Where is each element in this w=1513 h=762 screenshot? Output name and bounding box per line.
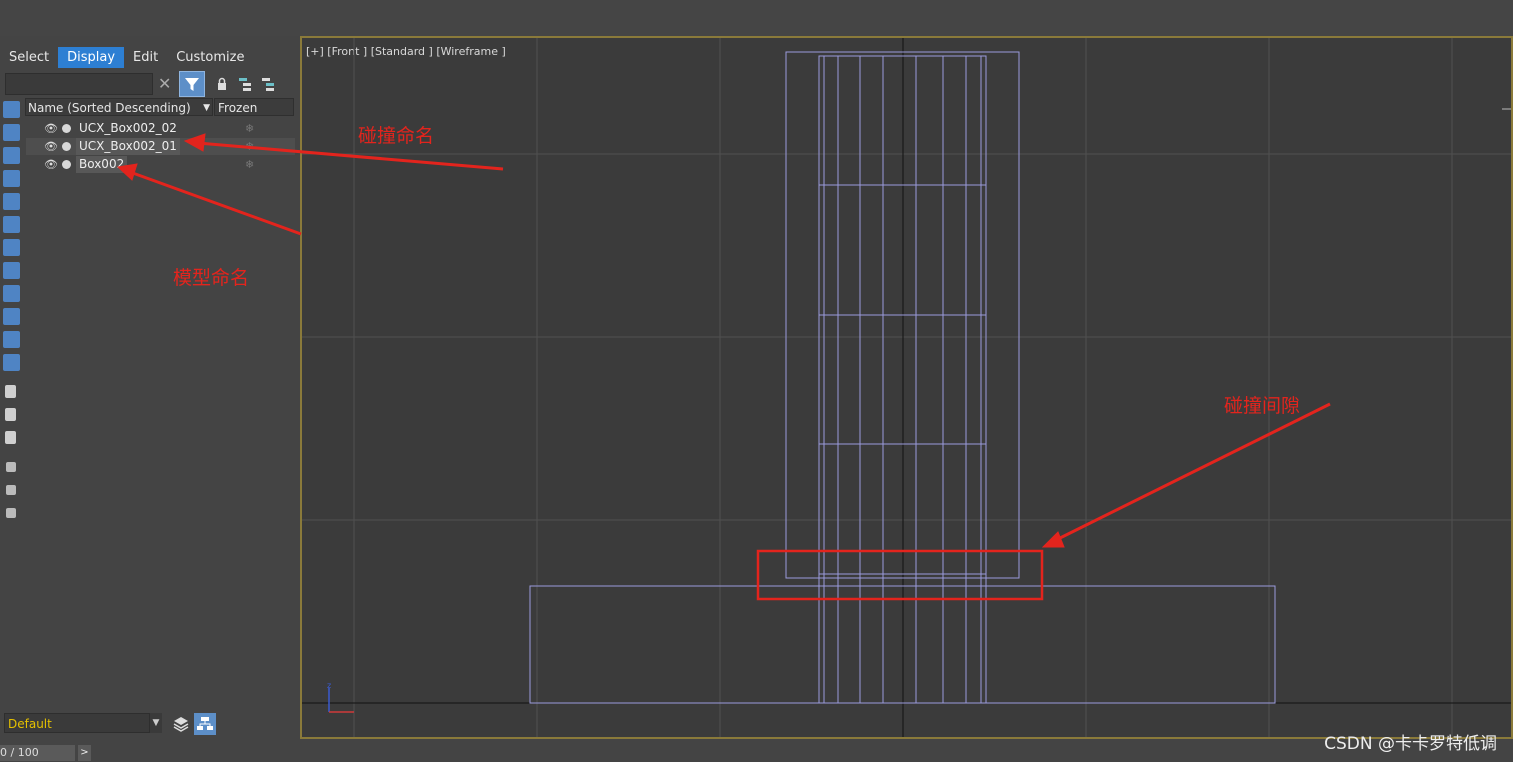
render-dot-icon[interactable] (62, 124, 71, 133)
snowflake-icon[interactable]: ❄ (245, 138, 254, 155)
search-input[interactable] (5, 73, 153, 95)
groups-filter-icon[interactable] (3, 239, 20, 256)
chevron-down-icon[interactable]: ▼ (150, 713, 162, 733)
cameras-filter-icon[interactable] (3, 170, 20, 187)
display-all-icon[interactable] (5, 385, 16, 398)
menu-display[interactable]: Display (58, 46, 125, 68)
eye-icon[interactable]: 👁 (44, 120, 58, 137)
svg-text:z: z (327, 681, 331, 690)
wireframe-view: z (302, 38, 1511, 737)
menu-select[interactable]: Select (0, 47, 58, 68)
lights-filter-icon[interactable] (3, 147, 20, 164)
filter-settings-icon[interactable] (6, 462, 16, 472)
filter-icon[interactable] (6, 485, 16, 495)
xrefs-filter-icon[interactable] (3, 262, 20, 279)
next-frame-button[interactable]: > (78, 745, 91, 761)
display-invert-icon[interactable] (5, 431, 16, 444)
object-name[interactable]: UCX_Box002_02 (76, 120, 180, 137)
selection-set-icon[interactable] (6, 508, 16, 518)
scene-explorer: Select Display Edit Customize ✕ Name (So… (0, 36, 298, 762)
top-toolbar (0, 0, 1513, 36)
frozen-filter-icon[interactable] (3, 331, 20, 348)
geometry-filter-icon[interactable] (3, 101, 20, 118)
annotation-collision-naming: 碰撞命名 (358, 125, 435, 147)
watermark: CSDN @卡卡罗特低调 (1324, 734, 1497, 754)
display-none-icon[interactable] (5, 408, 16, 421)
explorer-menu-bar: Select Display Edit Customize (0, 46, 253, 68)
annotation-collision-gap: 碰撞间隙 (1224, 395, 1301, 417)
containers-filter-icon[interactable] (3, 308, 20, 325)
hierarchy-icon[interactable] (238, 76, 252, 91)
render-dot-icon[interactable] (62, 160, 71, 169)
list-item[interactable]: 👁 Box002 ❄ (26, 156, 295, 173)
layer-dropdown[interactable]: Default (4, 713, 150, 733)
object-name[interactable]: Box002 (76, 156, 128, 173)
menu-edit[interactable]: Edit (124, 47, 167, 68)
menu-customize[interactable]: Customize (167, 47, 253, 68)
layers-icon[interactable] (170, 713, 192, 735)
name-column-header[interactable]: Name (Sorted Descending) ▼ (25, 98, 213, 116)
eye-icon[interactable]: 👁 (44, 138, 58, 155)
spacewarps-filter-icon[interactable] (3, 216, 20, 233)
shapes-filter-icon[interactable] (3, 124, 20, 141)
lock-icon[interactable] (215, 76, 229, 90)
explorer-filter-strip (0, 100, 24, 580)
hierarchy-expand-icon[interactable] (261, 76, 275, 91)
front-viewport[interactable]: [+] [Front ] [Standard ] [Wireframe ] z (300, 36, 1513, 739)
snowflake-icon[interactable]: ❄ (245, 156, 254, 173)
time-slider[interactable]: 0 / 100 (0, 745, 75, 761)
hidden-filter-icon[interactable] (3, 354, 20, 371)
frozen-column-header[interactable]: Frozen (214, 98, 294, 116)
filter-icon[interactable] (179, 71, 205, 97)
object-name[interactable]: UCX_Box002_01 (76, 138, 180, 155)
render-dot-icon[interactable] (62, 142, 71, 151)
bones-filter-icon[interactable] (3, 285, 20, 302)
list-item[interactable]: 👁 UCX_Box002_01 ❄ (26, 138, 295, 155)
list-item[interactable]: 👁 UCX_Box002_02 ❄ (26, 120, 295, 137)
close-icon[interactable]: ✕ (158, 74, 171, 93)
axis-gizmo-icon: z (327, 681, 354, 713)
annotation-model-naming: 模型命名 (173, 267, 250, 289)
eye-icon[interactable]: 👁 (44, 156, 58, 173)
snowflake-icon[interactable]: ❄ (245, 120, 254, 137)
helpers-filter-icon[interactable] (3, 193, 20, 210)
hierarchy-view-icon[interactable] (194, 713, 216, 735)
